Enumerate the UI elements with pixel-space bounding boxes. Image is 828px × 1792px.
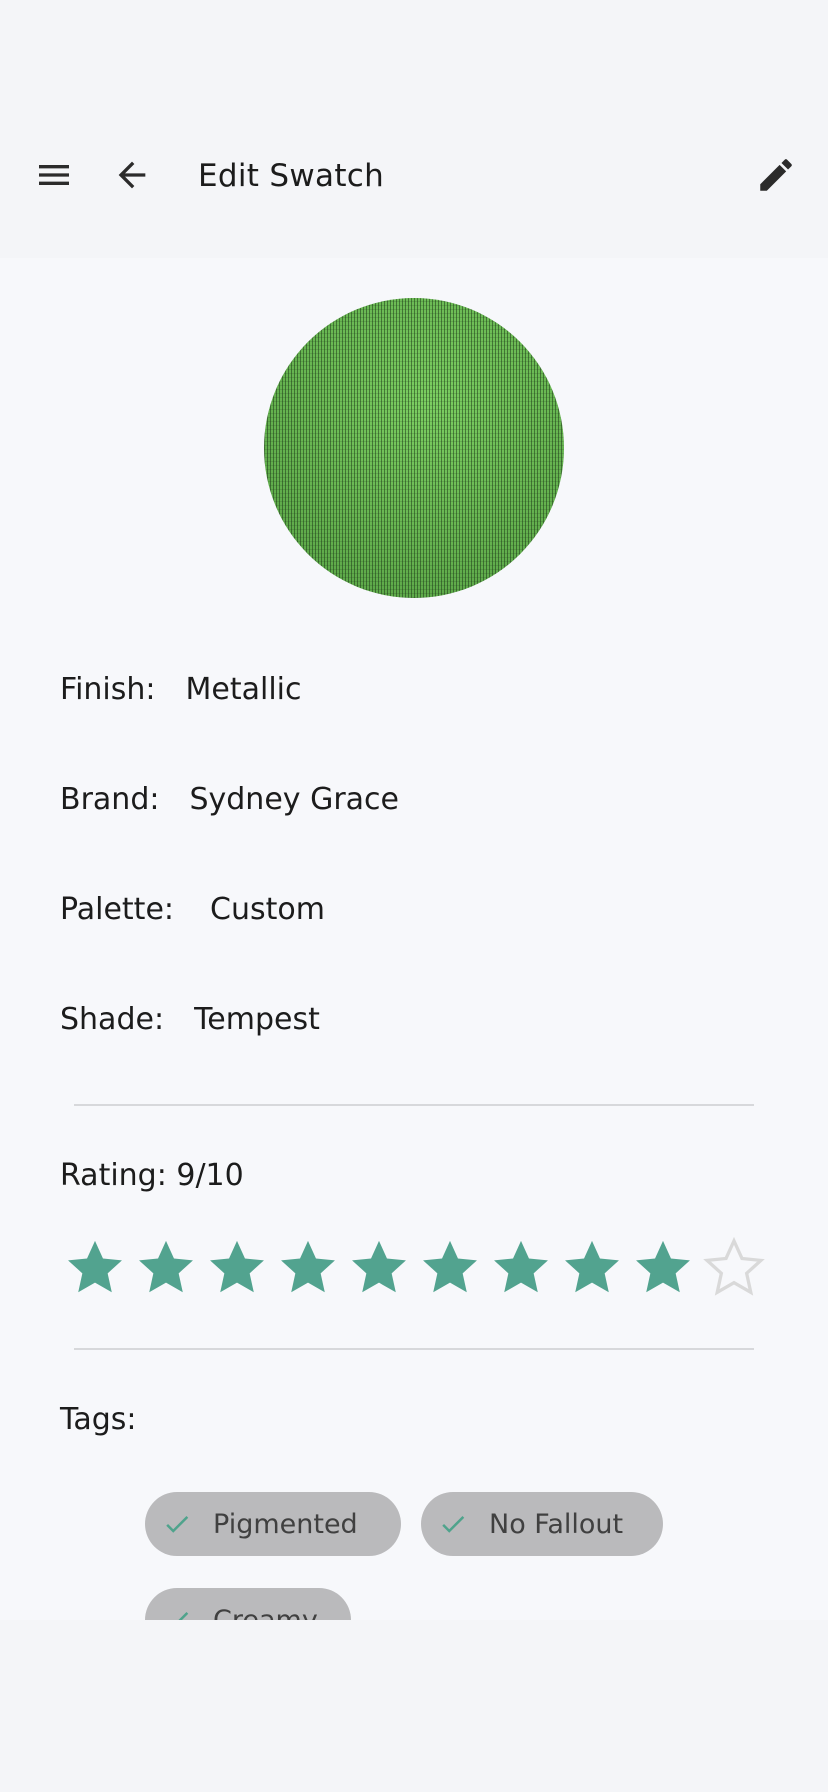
star-filled-icon[interactable]: [275, 1234, 341, 1300]
star-filled-icon[interactable]: [488, 1234, 554, 1300]
star-filled-icon[interactable]: [204, 1234, 270, 1300]
swatch-details: Finish: Metallic Brand: Sydney Grace Palet…: [0, 258, 828, 1620]
tag-chip-label: No Fallout: [489, 1508, 624, 1540]
brand-label: Brand:: [60, 782, 160, 817]
star-empty-icon[interactable]: [701, 1234, 767, 1300]
star-filled-icon[interactable]: [133, 1234, 199, 1300]
divider: [74, 1104, 754, 1106]
star-filled-icon[interactable]: [62, 1234, 128, 1300]
star-filled-icon[interactable]: [630, 1234, 696, 1300]
tag-chip-label: Creamy: [213, 1604, 318, 1621]
arrow-back-icon[interactable]: [104, 147, 160, 203]
palette-value: Custom: [210, 892, 325, 927]
status-bar: [0, 0, 828, 96]
tag-chip-pigmented[interactable]: Pigmented: [145, 1492, 401, 1556]
bottom-area: [0, 1620, 828, 1792]
brand-row: Brand: Sydney Grace: [60, 778, 399, 822]
tag-chip-no-fallout[interactable]: No Fallout: [421, 1492, 663, 1556]
palette-row: Palette: Custom: [60, 888, 325, 932]
star-filled-icon[interactable]: [417, 1234, 483, 1300]
brand-value: Sydney Grace: [189, 782, 399, 817]
finish-label: Finish:: [60, 672, 156, 707]
page-title: Edit Swatch: [198, 158, 385, 194]
pencil-icon[interactable]: [748, 147, 804, 203]
check-icon: [161, 1508, 193, 1540]
star-filled-icon[interactable]: [559, 1234, 625, 1300]
star-filled-icon[interactable]: [346, 1234, 412, 1300]
check-icon: [161, 1604, 193, 1620]
shade-row: Shade: Tempest: [60, 998, 320, 1042]
shade-value: Tempest: [194, 1002, 320, 1037]
tag-chip-label: Pigmented: [213, 1508, 358, 1540]
tags-label: Tags:: [60, 1402, 137, 1437]
check-icon: [437, 1508, 469, 1540]
swatch-image[interactable]: [264, 298, 564, 598]
menu-icon[interactable]: [26, 147, 82, 203]
tag-chip-creamy[interactable]: Creamy: [145, 1588, 351, 1620]
rating-stars[interactable]: [62, 1234, 772, 1310]
divider: [74, 1348, 754, 1350]
app-bar: Edit Swatch: [0, 96, 828, 258]
rating-label: Rating: 9/10: [60, 1158, 244, 1193]
finish-row: Finish: Metallic: [60, 668, 302, 712]
finish-value: Metallic: [185, 672, 302, 707]
palette-label: Palette:: [60, 892, 175, 927]
shade-label: Shade:: [60, 1002, 165, 1037]
